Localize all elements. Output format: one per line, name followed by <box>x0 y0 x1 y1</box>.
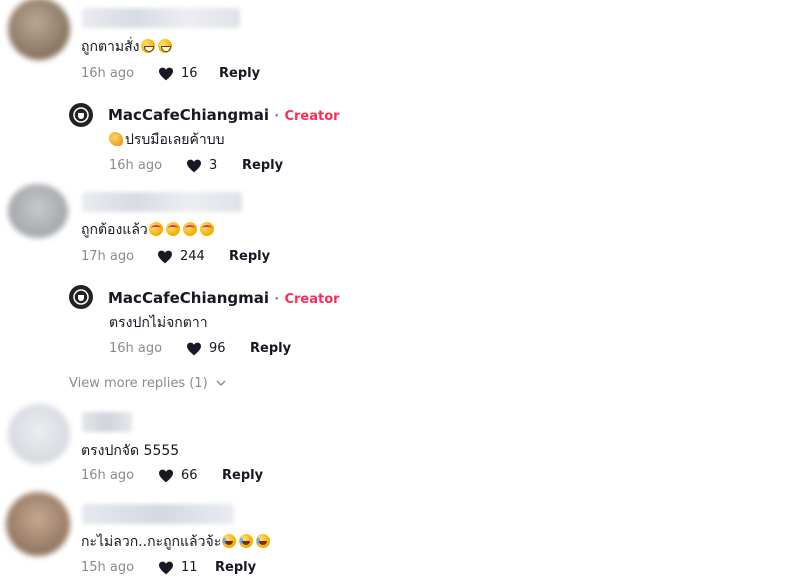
smiling-hearts-icon <box>182 222 197 236</box>
laughing-tears-icon <box>239 534 254 548</box>
timestamp: 17h ago <box>81 249 135 264</box>
avatar[interactable] <box>8 184 68 238</box>
username-blurred[interactable] <box>82 192 242 212</box>
separator-dot: · <box>274 292 280 307</box>
heart-icon[interactable] <box>186 159 202 173</box>
grin-icon <box>140 39 155 53</box>
creator-name[interactable]: MacCafeChiangmai · Creator <box>108 106 340 124</box>
cup-logo-icon <box>73 289 89 305</box>
author-name[interactable]: MacCafeChiangmai <box>108 289 269 307</box>
laughing-tears-icon <box>256 534 271 548</box>
timestamp: 15h ago <box>81 560 135 575</box>
creator-badge: Creator <box>284 109 340 124</box>
view-more-replies-button[interactable]: View more replies (1) <box>69 376 226 391</box>
smiling-hearts-icon <box>165 222 180 236</box>
timestamp: 16h ago <box>81 468 135 483</box>
creator-badge: Creator <box>284 292 340 307</box>
comment-body: ตรงปกจัด 5555 <box>81 443 180 459</box>
view-more-label: View more replies (1) <box>69 376 208 391</box>
like-count: 244 <box>180 249 205 264</box>
creator-avatar[interactable] <box>69 285 93 309</box>
creator-name[interactable]: MacCafeChiangmai · Creator <box>108 289 340 307</box>
timestamp: 16h ago <box>109 158 163 173</box>
clapping-hands-icon <box>109 132 123 146</box>
chevron-down-icon <box>216 380 226 386</box>
smiling-hearts-icon <box>148 222 163 236</box>
reply-button[interactable]: Reply <box>215 560 256 575</box>
reply-text: ปรบมือเลยค้าบบ <box>109 129 225 151</box>
username-blurred[interactable] <box>82 412 132 432</box>
username-blurred[interactable] <box>82 504 234 524</box>
comment-body: ถูกต้องแล้ว <box>81 222 148 238</box>
username-blurred[interactable] <box>82 8 240 28</box>
timestamp: 16h ago <box>81 66 135 81</box>
heart-icon[interactable] <box>158 561 174 575</box>
like-count: 16 <box>181 66 198 81</box>
like-count: 11 <box>181 560 198 575</box>
cup-logo-icon <box>73 107 89 123</box>
comment-text: ถูกตามสั่ง <box>81 36 172 58</box>
laughing-tears-icon <box>222 534 237 548</box>
comment-body: ถูกตามสั่ง <box>81 39 140 55</box>
grin-icon <box>157 39 172 53</box>
heart-icon[interactable] <box>157 250 173 264</box>
comment-body: กะไม่ลวก..กะถูกแล้วจ้ะ <box>81 534 222 550</box>
like-count: 66 <box>181 468 198 483</box>
avatar[interactable] <box>8 0 70 60</box>
reply-button[interactable]: Reply <box>222 468 263 483</box>
reply-text: ตรงปกไม่จกตาา <box>109 312 208 334</box>
reply-body: ตรงปกไม่จกตาา <box>109 315 208 331</box>
heart-icon[interactable] <box>158 67 174 81</box>
like-count: 96 <box>209 341 226 356</box>
reply-button[interactable]: Reply <box>229 249 270 264</box>
reply-body: ปรบมือเลยค้าบบ <box>125 132 225 148</box>
smiling-hearts-icon <box>199 222 214 236</box>
heart-icon[interactable] <box>186 342 202 356</box>
timestamp: 16h ago <box>109 341 163 356</box>
author-name[interactable]: MacCafeChiangmai <box>108 106 269 124</box>
like-count: 3 <box>209 158 218 173</box>
reply-button[interactable]: Reply <box>242 158 283 173</box>
comment-text: ถูกต้องแล้ว <box>81 219 214 241</box>
separator-dot: · <box>274 109 280 124</box>
avatar[interactable] <box>8 404 70 464</box>
comment-text: ตรงปกจัด 5555 <box>81 440 179 462</box>
heart-icon[interactable] <box>158 469 174 483</box>
comment-text: กะไม่ลวก..กะถูกแล้วจ้ะ <box>81 531 271 553</box>
creator-avatar[interactable] <box>69 103 93 127</box>
avatar[interactable] <box>6 492 70 556</box>
reply-button[interactable]: Reply <box>250 341 291 356</box>
reply-button[interactable]: Reply <box>219 66 260 81</box>
